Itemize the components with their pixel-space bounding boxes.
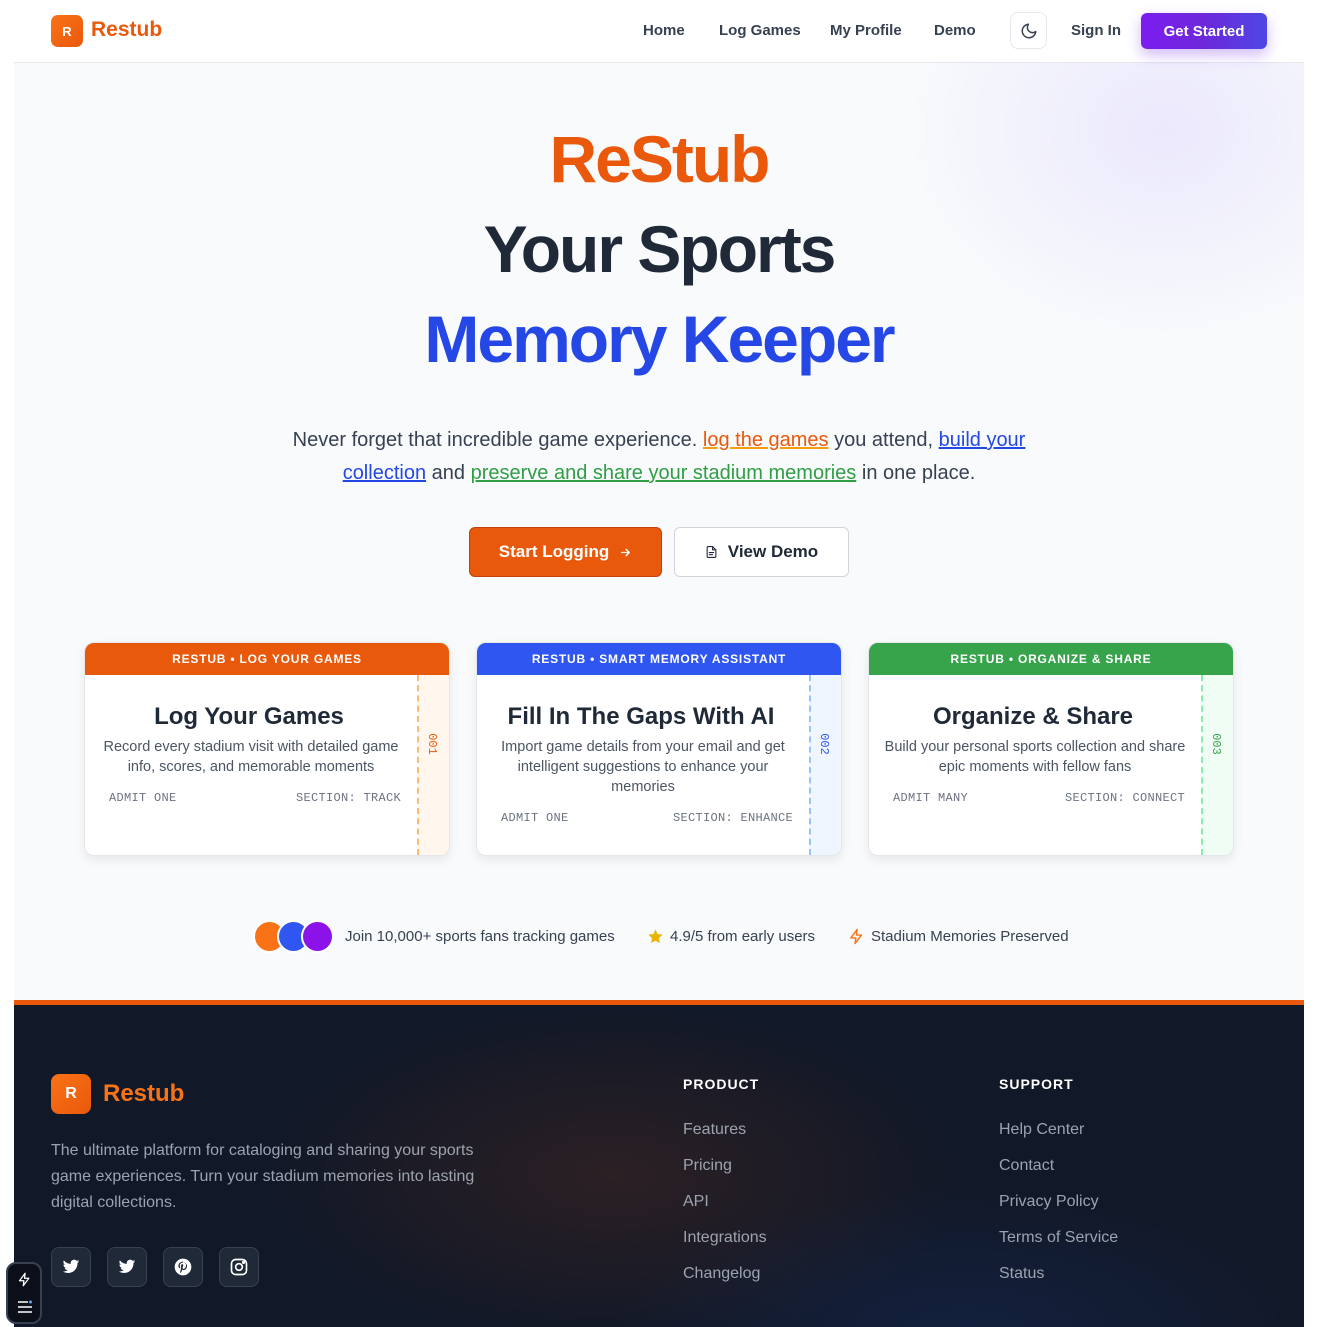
card-description: Import game details from your email and … [501, 739, 785, 795]
instagram-icon [230, 1258, 248, 1276]
subtitle-link-log-games[interactable]: log the games [703, 429, 829, 451]
menu-icon [18, 1300, 32, 1313]
twitter-icon [118, 1259, 136, 1273]
get-started-button[interactable]: Get Started [1141, 13, 1267, 49]
moon-icon [1021, 23, 1036, 38]
social-twitter-button-2[interactable] [107, 1247, 147, 1287]
card-section: SECTION: CONNECT [1064, 791, 1185, 805]
card-description: Build your personal sports collection an… [884, 739, 1186, 775]
lightning-icon [850, 928, 863, 945]
nav-demo[interactable]: Demo [934, 22, 976, 39]
social-twitter-button[interactable] [51, 1247, 91, 1287]
footer: R Restub The ultimate platform for catal… [14, 1000, 1304, 1327]
feature-card-ai[interactable]: RESTUB • SMART MEMORY ASSISTANT 002 Fill… [476, 642, 842, 856]
avatar-stack [253, 920, 335, 954]
footer-product-heading: PRODUCT [683, 1076, 760, 1092]
nav-log-games[interactable]: Log Games [719, 22, 801, 39]
card-section: SECTION: ENHANCE [672, 811, 793, 825]
footer-link-status[interactable]: Status [999, 1265, 1044, 1283]
theme-toggle-button[interactable] [1010, 12, 1047, 49]
social-instagram-button[interactable] [219, 1247, 259, 1287]
arrow-right-icon [621, 548, 631, 556]
feature-card-share[interactable]: RESTUB • ORGANIZE & SHARE 003 Organize &… [868, 642, 1234, 856]
subtitle-text-4: in one place. [861, 462, 976, 484]
card-admit: ADMIT ONE [109, 791, 177, 805]
start-logging-button[interactable]: Start Logging [469, 527, 662, 577]
hero-title-line3: Memory Keeper [424, 302, 895, 376]
ticket-stub [809, 675, 841, 855]
logo-text[interactable]: Restub [91, 18, 162, 42]
footer-logo-mark[interactable]: R [51, 1074, 91, 1114]
footer-link-api[interactable]: API [683, 1193, 709, 1211]
footer-support-heading: SUPPORT [999, 1076, 1074, 1092]
star-icon [648, 929, 663, 944]
pinterest-icon [174, 1258, 192, 1276]
start-logging-label: Start Logging [498, 542, 610, 561]
footer-link-changelog[interactable]: Changelog [683, 1265, 760, 1283]
card-band: RESTUB • SMART MEMORY ASSISTANT [477, 643, 841, 675]
twitter-icon [62, 1259, 80, 1273]
footer-description: The ultimate platform for cataloging and… [51, 1142, 475, 1211]
card-title: Organize & Share [932, 703, 1134, 730]
lightning-icon [18, 1272, 30, 1287]
view-demo-button[interactable]: View Demo [674, 527, 849, 577]
card-description: Record every stadium visit with detailed… [103, 739, 399, 775]
ticket-number: 001 [425, 733, 440, 755]
card-band: RESTUB • ORGANIZE & SHARE [869, 643, 1233, 675]
hero-subtitle: Never forget that incredible game experi… [274, 424, 1044, 490]
hero-title-brand: ReStub [549, 122, 771, 196]
footer-link-features[interactable]: Features [683, 1121, 746, 1139]
card-section: SECTION: TRACK [295, 791, 401, 805]
ticket-number: 002 [817, 733, 832, 755]
footer-link-help-center[interactable]: Help Center [999, 1121, 1084, 1139]
view-demo-label: View Demo [727, 542, 819, 561]
rating-text: 4.9/5 from early users [670, 928, 816, 945]
footer-link-pricing[interactable]: Pricing [683, 1157, 732, 1175]
footer-link-integrations[interactable]: Integrations [683, 1229, 767, 1247]
ticket-stub [417, 675, 449, 855]
dev-tools-widget[interactable] [6, 1262, 42, 1324]
subtitle-text-3: and [431, 462, 466, 484]
page: R Restub Home Log Games My Profile Demo … [14, 0, 1304, 1327]
footer-link-contact[interactable]: Contact [999, 1157, 1054, 1175]
footer-link-privacy[interactable]: Privacy Policy [999, 1193, 1099, 1211]
footer-link-terms[interactable]: Terms of Service [999, 1229, 1118, 1247]
nav-home[interactable]: Home [643, 22, 685, 39]
ticket-number: 003 [1209, 733, 1224, 755]
document-icon [706, 546, 717, 558]
sign-in-link[interactable]: Sign In [1071, 22, 1121, 39]
memories-text: Stadium Memories Preserved [871, 928, 1069, 945]
feature-card-log[interactable]: RESTUB • LOG YOUR GAMES 001 Log Your Gam… [84, 642, 450, 856]
social-pinterest-button[interactable] [163, 1247, 203, 1287]
hero-title-line2: Your Sports [483, 212, 837, 286]
subtitle-text-2: you attend, [834, 429, 934, 451]
ticket-stub [1201, 675, 1233, 855]
top-navbar: R Restub Home Log Games My Profile Demo … [14, 0, 1304, 63]
footer-brand-name[interactable]: Restub [103, 1080, 184, 1108]
avatar [301, 920, 334, 953]
nav-my-profile[interactable]: My Profile [830, 22, 902, 39]
fans-count-text: Join 10,000+ sports fans tracking games [345, 928, 615, 945]
card-admit: ADMIT MANY [893, 791, 969, 805]
card-band: RESTUB • LOG YOUR GAMES [85, 643, 449, 675]
card-title: Log Your Games [154, 703, 344, 730]
card-admit: ADMIT ONE [501, 811, 569, 825]
logo-mark[interactable]: R [51, 15, 83, 47]
subtitle-link-memories[interactable]: preserve and share your stadium memories [471, 462, 857, 484]
card-title: Fill In The Gaps With AI [507, 703, 775, 730]
subtitle-text-1: Never forget that incredible game experi… [292, 429, 698, 451]
